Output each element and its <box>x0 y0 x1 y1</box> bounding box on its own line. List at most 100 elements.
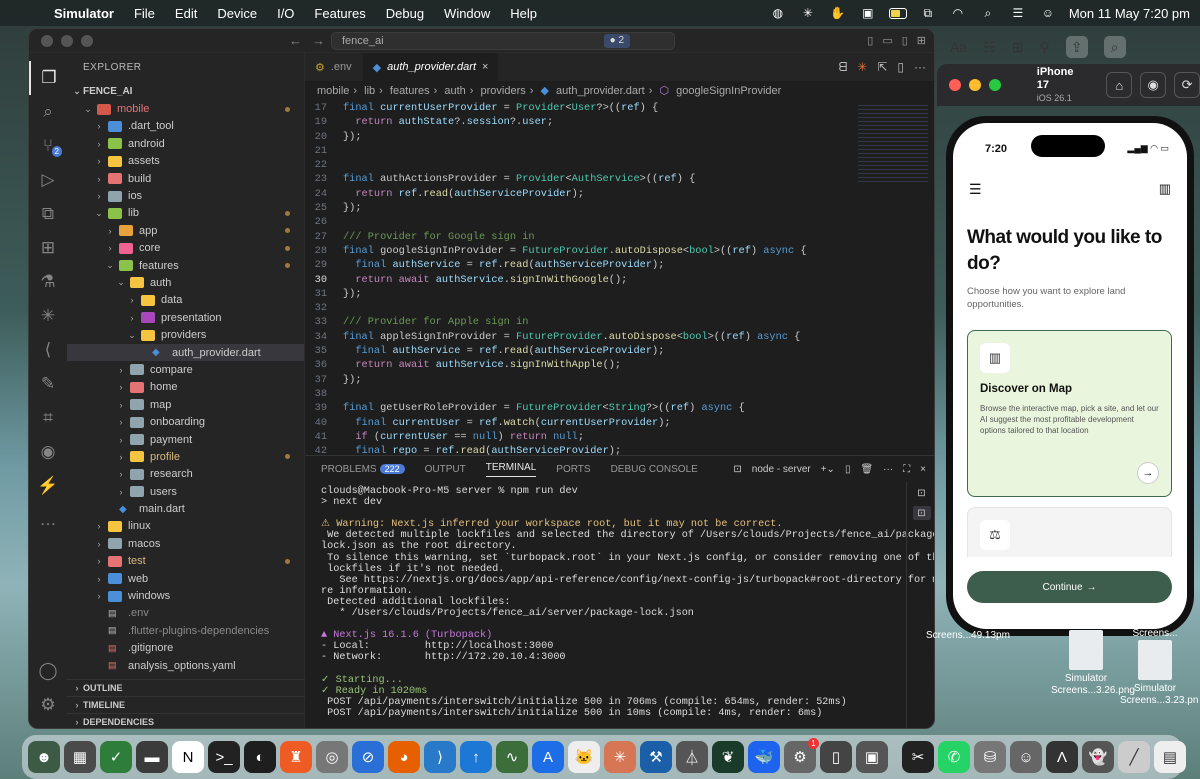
hamburger-menu-icon[interactable]: ☰ <box>969 181 982 198</box>
tab-output[interactable]: OUTPUT <box>425 464 466 475</box>
menu-file[interactable]: File <box>124 6 165 21</box>
home-icon[interactable]: ⌂ <box>1106 72 1133 98</box>
tree-item-presentation[interactable]: › presentation <box>67 309 304 326</box>
tree-item-data[interactable]: › data <box>67 292 304 309</box>
terminal-session-label[interactable]: node - server <box>752 464 811 475</box>
menubar-clock[interactable]: Mon 11 May 7:20 pm <box>1069 6 1190 21</box>
search-icon[interactable]: ⌕ <box>1103 36 1126 58</box>
xcode-instruments-icon[interactable]: ↑ <box>460 741 492 773</box>
terminal-output[interactable]: clouds@Macbook-Pro-M5 server % npm run d… <box>321 486 934 719</box>
tree-item-payment[interactable]: › payment <box>67 431 304 448</box>
ghost-app-icon[interactable]: 👻 <box>1082 741 1114 773</box>
tree-item-users[interactable]: › users <box>67 483 304 500</box>
ai-assistant-icon[interactable]: ✳ <box>29 299 67 333</box>
tasks-icon[interactable]: ✓ <box>100 741 132 773</box>
tab-debug-console[interactable]: DEBUG CONSOLE <box>611 464 698 475</box>
simulator-icon[interactable]: ▯ <box>820 741 852 773</box>
finder-icon[interactable]: ☻ <box>28 741 60 773</box>
timeline-section[interactable]: › TIMELINE <box>67 696 305 713</box>
terminal-icon[interactable]: >_ <box>208 741 240 773</box>
nav-arrows-icon[interactable]: ←→ <box>289 33 335 48</box>
split-terminal-icon[interactable]: ▯ <box>845 464 851 475</box>
tree-item-compare[interactable]: › compare <box>67 361 304 378</box>
capcut-icon[interactable]: ✂ <box>902 741 934 773</box>
tree-item-home[interactable]: › home <box>67 379 304 396</box>
vscode-icon[interactable]: ⟩ <box>424 741 456 773</box>
close-panel-icon[interactable]: × <box>920 464 926 475</box>
window-manager-icon[interactable]: ▬ <box>136 741 168 773</box>
document-icon[interactable]: ▤ <box>1154 741 1186 773</box>
zoom-window-button[interactable] <box>988 79 1001 91</box>
layout-sidebar-icon[interactable]: ▯ <box>867 34 873 47</box>
control-center-icon[interactable]: ☰ <box>1009 6 1027 20</box>
more-actions-icon[interactable]: ··· <box>883 464 893 475</box>
settings-gear-icon[interactable]: ⚙ <box>29 688 67 722</box>
menu-io[interactable]: I/O <box>267 6 304 21</box>
tree-item-features[interactable]: ⌄ features <box>67 257 304 274</box>
open-changes-icon[interactable]: ⇱ <box>877 60 887 75</box>
split-editor-icon[interactable]: ▯ <box>897 60 904 75</box>
breadcrumb-item[interactable]: lib <box>364 85 375 97</box>
menu-device[interactable]: Device <box>207 6 267 21</box>
flutter-icon[interactable]: ⟨ <box>29 333 67 367</box>
menu-help[interactable]: Help <box>500 6 547 21</box>
tree-item-profile[interactable]: › profile <box>67 448 304 465</box>
arc-icon[interactable]: Λ <box>1046 741 1078 773</box>
tree-item-providers[interactable]: ⌄ providers <box>67 326 304 343</box>
tree-item-main-dart[interactable]: ◆ main.dart <box>67 500 304 517</box>
minimize-window-button[interactable] <box>968 79 981 91</box>
close-window-button[interactable] <box>41 34 53 47</box>
tree-item-lib[interactable]: ⌄ lib <box>67 205 304 222</box>
search-icon[interactable]: ⌕ <box>979 6 997 20</box>
tree-item-onboarding[interactable]: › onboarding <box>67 413 304 430</box>
safari-icon[interactable]: ⊘ <box>352 741 384 773</box>
chrome-icon[interactable]: ◎ <box>316 741 348 773</box>
tree-item-auth[interactable]: ⌄ auth <box>67 274 304 291</box>
code-editor[interactable]: 17 final currentUserProvider = Provider<U… <box>305 101 845 455</box>
docker-icon[interactable]: 🐳 <box>748 741 780 773</box>
continue-button[interactable]: Continue → <box>967 571 1172 603</box>
checklist-icon[interactable]: ☷ <box>983 39 996 56</box>
brave-icon[interactable]: ♜ <box>280 741 312 773</box>
claude-icon[interactable]: ✳ <box>604 741 636 773</box>
user-avatar-icon[interactable]: ☺ <box>1039 6 1057 20</box>
menu-debug[interactable]: Debug <box>376 6 434 21</box>
menu-window[interactable]: Window <box>434 6 500 21</box>
remote-explorer-icon[interactable]: ⧉ <box>29 197 67 231</box>
outline-section[interactable]: › OUTLINE <box>67 679 305 696</box>
explorer-root-folder[interactable]: ⌄ FENCE_AI <box>67 83 304 100</box>
source-control-icon[interactable]: ⑂ 2 <box>29 129 67 163</box>
zoom-window-button[interactable] <box>81 34 93 47</box>
close-window-button[interactable] <box>949 79 961 91</box>
perplexity-icon[interactable]: ✳ <box>799 6 817 20</box>
github-desktop-icon[interactable]: 🐱 <box>568 741 600 773</box>
more-actions-icon[interactable]: ··· <box>914 60 926 75</box>
tab-ports[interactable]: PORTS <box>556 464 590 475</box>
more-icon[interactable]: … <box>29 503 67 537</box>
layout-secondary-icon[interactable]: ▯ <box>902 34 908 47</box>
terminal-session-icon[interactable]: ⊡ <box>912 506 931 520</box>
breadcrumb-item[interactable]: mobile <box>317 85 349 97</box>
breadcrumb-item[interactable]: googleSignInProvider <box>676 85 781 97</box>
pencil-app-icon[interactable]: ╱ <box>1118 741 1150 773</box>
tree-item--gitignore[interactable]: ▤ .gitignore <box>67 640 304 657</box>
whatsapp-icon[interactable]: ✆ <box>938 741 970 773</box>
testing-icon[interactable]: ⚗ <box>29 265 67 299</box>
close-tab-icon[interactable]: × <box>482 61 488 73</box>
menu-app-name[interactable]: Simulator <box>44 6 124 21</box>
edit-pen-icon[interactable]: ✎ <box>29 367 67 401</box>
minimize-window-button[interactable] <box>61 34 73 47</box>
attachment-icon[interactable]: ⚲ <box>1039 39 1049 56</box>
launchpad-icon[interactable]: ▦ <box>64 741 96 773</box>
tree-item--dart-tool[interactable]: › .dart_tool <box>67 118 304 135</box>
desktop-file[interactable]: Simulator Screens...3.26.png <box>1051 630 1135 697</box>
tree-item-mobile[interactable]: ⌄ mobile <box>67 100 304 117</box>
activity-monitor-icon[interactable]: ∿ <box>496 741 528 773</box>
rotate-icon[interactable]: ⟳ <box>1174 72 1200 98</box>
disk-utility-icon[interactable]: ⛁ <box>974 741 1006 773</box>
font-icon[interactable]: Aa <box>950 39 967 55</box>
extensions-icon[interactable]: ⊞ <box>29 231 67 265</box>
tree-item-build[interactable]: › build <box>67 170 304 187</box>
globe-icon[interactable]: ◍ <box>769 6 787 20</box>
screen-mirroring-icon[interactable]: ⧉ <box>919 6 937 20</box>
